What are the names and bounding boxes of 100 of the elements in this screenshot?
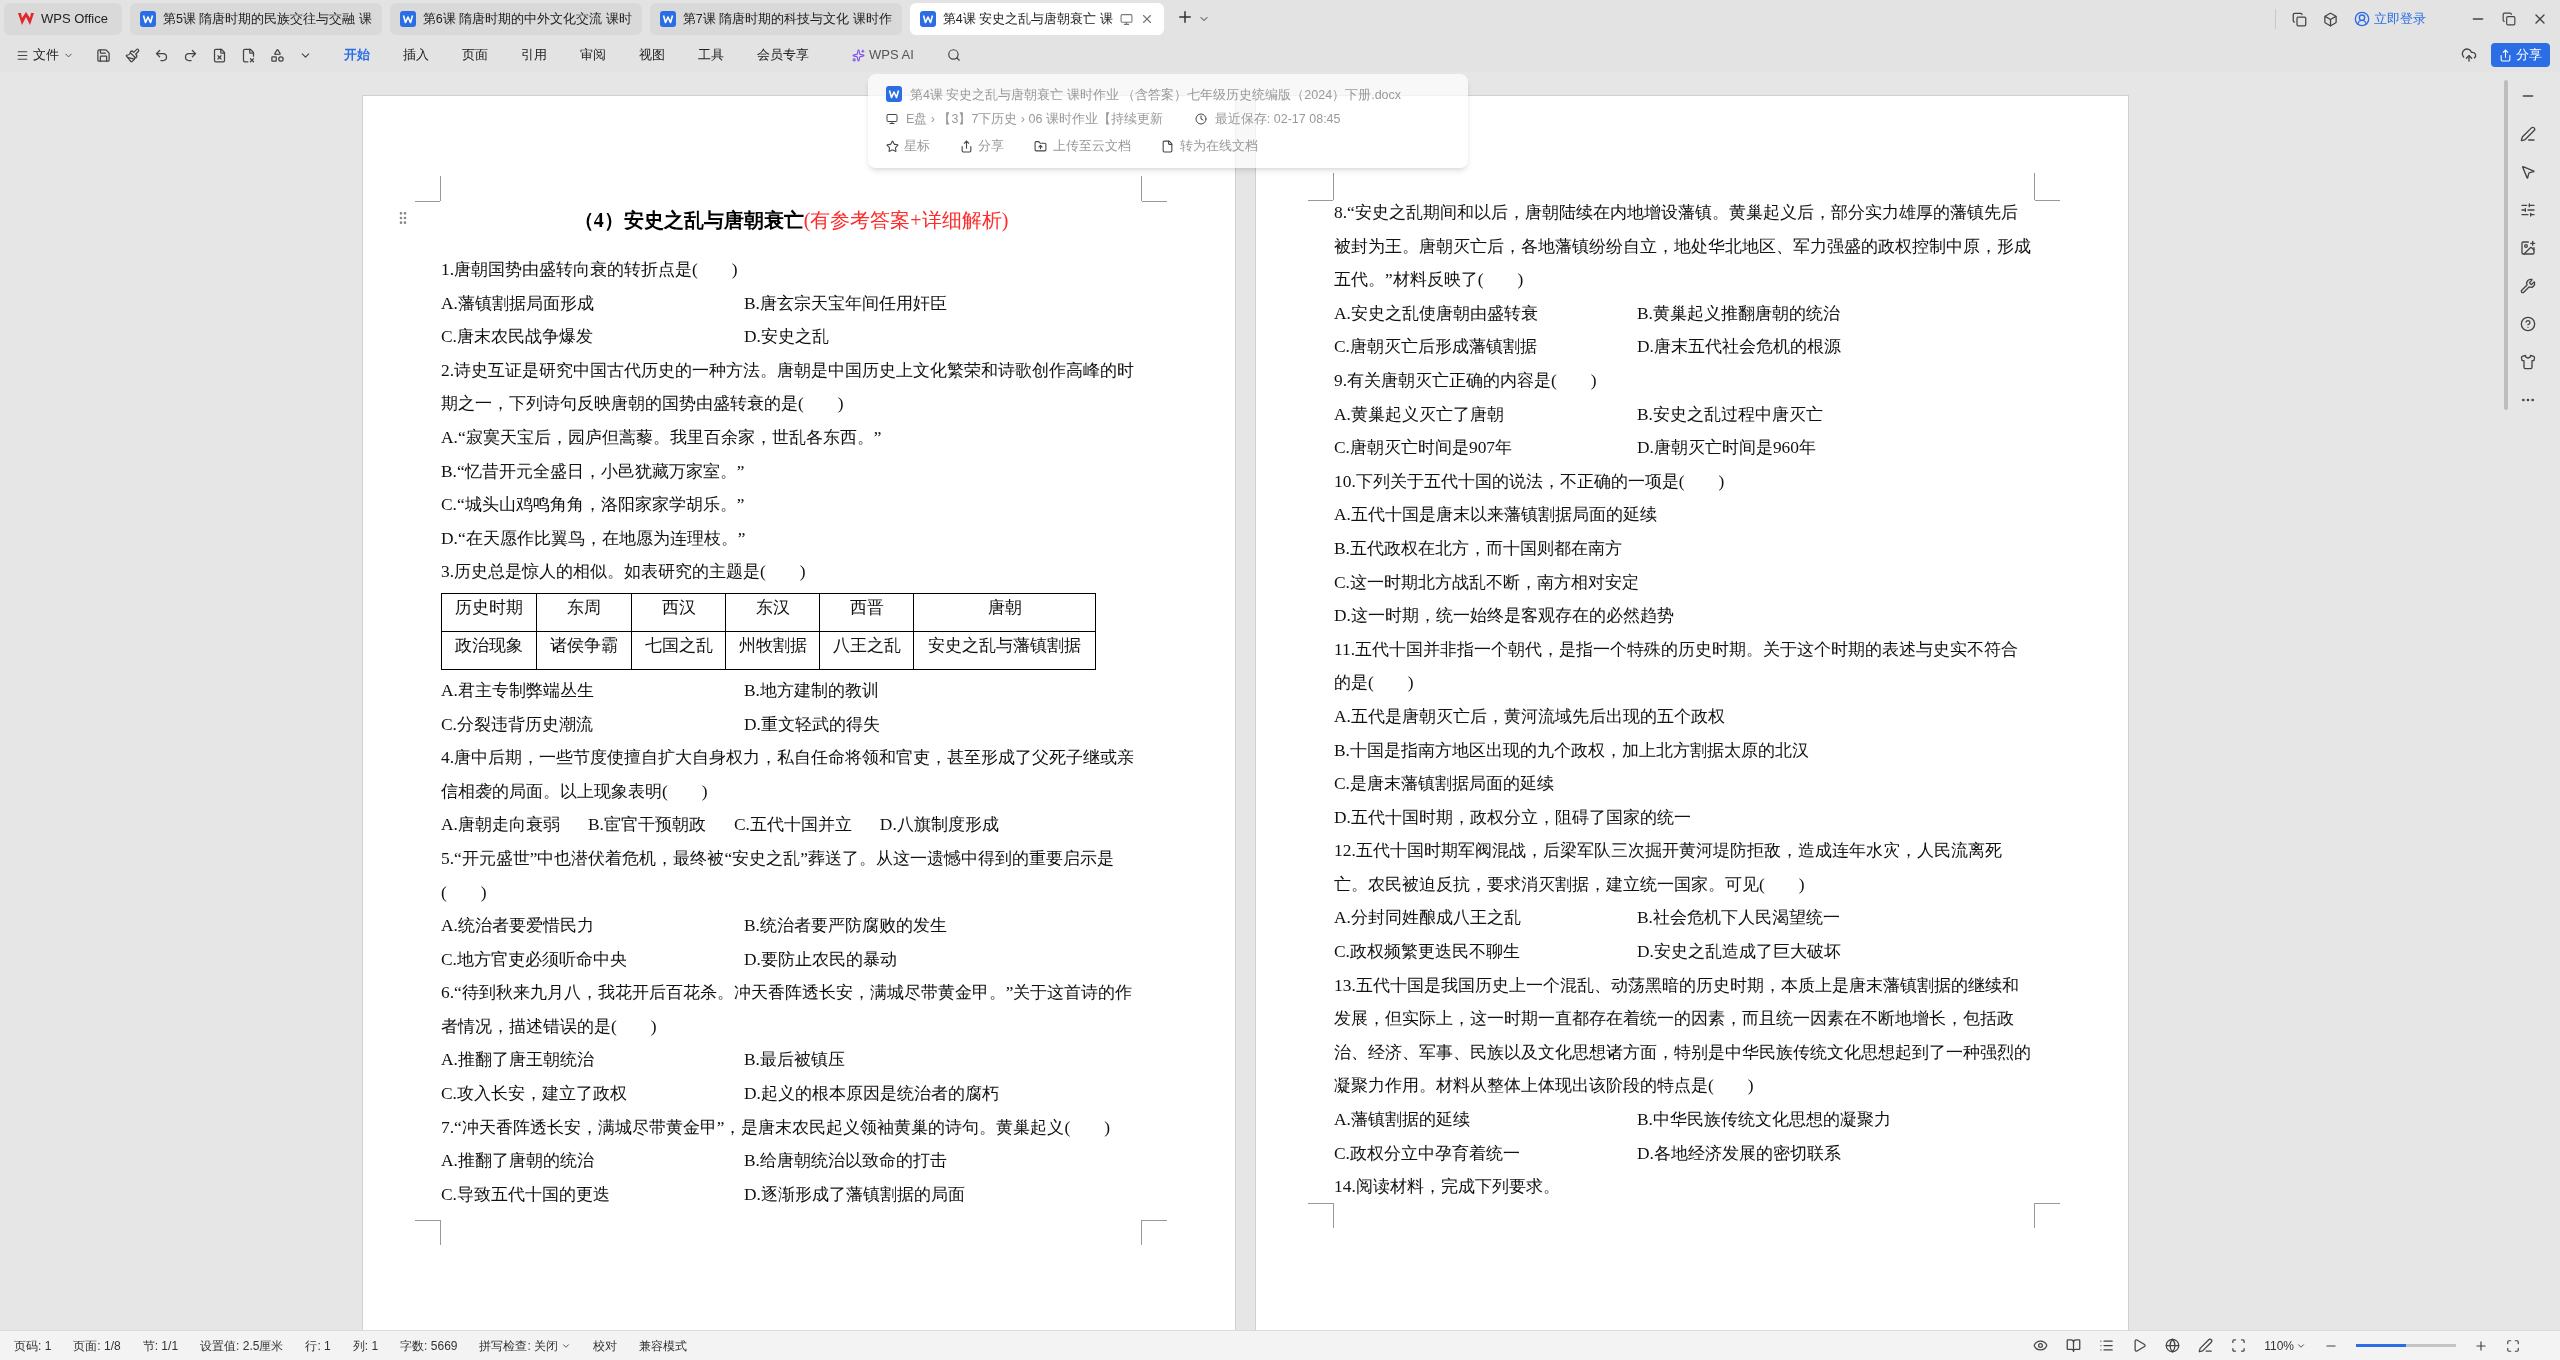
document-icon [659,11,676,27]
answer-option: C.是唐末藩镇割据局面的延续 [1334,767,1554,801]
zoom-in-icon[interactable] [2474,1338,2488,1353]
menu-icon[interactable] [16,48,29,62]
file-icon[interactable] [1161,139,1174,153]
logo-icon [18,12,34,26]
globe-icon[interactable] [2165,1338,2181,1353]
file-delete-icon[interactable] [212,47,227,63]
answer-option: C.“城头山鸡鸣角角，洛阳家家学胡乐。” [441,488,745,522]
question-text: 5.“开元盛世”中也潜伏着危机，最终被“安史之乱”葬送了。从这一遗憾中得到的重要启示是( ) [441,846,1115,904]
ribbon-tab[interactable]: 视图 [639,45,665,65]
image-icon[interactable] [2520,240,2536,256]
question-text: 1.唐朝国势由盛转向衰的转折点是( ) [441,258,739,281]
file-menu[interactable]: 文件 [33,45,59,65]
status-item[interactable]: 节: 1/1 [142,1336,179,1355]
question-text: 12.五代十国时期军阀混战，后梁军队三次掘开黄河堤防拒敌，造成连年水灾，人民流离死亡。农民被迫反抗，要求消灭割据，建立统一国家。可见( ) [1334,839,2003,896]
answer-option: B.安史之乱过程中唐灭亡 [1637,397,1940,432]
brush-icon[interactable] [125,47,140,63]
answer-option: A.安史之乱使唐朝由盛转衰 [1334,296,1637,331]
answer-option: A.推翻了唐王朝统治 [441,1043,744,1078]
save-icon[interactable] [96,47,111,63]
question-text: 14.阅读材料，完成下列要求。 [1334,1175,1561,1199]
save-time: 最近保存: 02-17 08:45 [1214,111,1341,128]
question-text: 10.下列关于五代十国的说法，不正确的一项是( ) [1334,469,1726,493]
table-cell: 西晋 [819,593,913,631]
shirt-icon[interactable] [2520,354,2536,370]
zoom-level[interactable]: 110% [2264,1336,2294,1355]
wrench-icon[interactable] [2520,278,2536,294]
table-cell: 唐朝 [913,593,1095,631]
help-icon[interactable] [2520,316,2536,332]
status-item[interactable]: 页码: 1 [14,1336,52,1355]
cursor-icon[interactable] [2520,164,2536,180]
answer-option: A.推翻了唐朝的统治 [441,1144,744,1178]
ribbon-tab[interactable]: 会员专享 [757,45,809,65]
document-tab[interactable]: 第5课 隋唐时期的民族交往与交融 课 [129,3,382,35]
zoom-slider[interactable] [2356,1344,2456,1347]
list-icon[interactable] [2099,1338,2115,1353]
status-item[interactable]: 列: 1 [352,1336,379,1355]
clock-icon [1194,113,1207,126]
answer-option: C.政权分立中孕育着统一 [1334,1136,1637,1171]
undo-icon[interactable] [154,47,169,63]
title-note: (有参考答案+详细解析) [803,208,1009,234]
document-tab[interactable]: 第7课 隋唐时期的科技与文化 课时作 [649,3,902,35]
answer-option: C.分裂违背历史潮流 [441,707,744,742]
answer-option: C.攻入长安，建立了政权 [441,1077,744,1111]
share-button[interactable]: 分享 [2491,43,2550,67]
eye-icon[interactable] [2033,1338,2049,1353]
status-item[interactable]: 兼容模式 [639,1336,688,1355]
scrollbar[interactable] [2504,80,2508,410]
shapes-icon[interactable] [270,47,285,63]
monitor-icon[interactable] [1119,12,1133,26]
sparkle-icon[interactable] [852,48,865,62]
answer-option: A.藩镇割据的延续 [1334,1103,1637,1137]
share-icon [2499,48,2512,62]
play-icon[interactable] [2132,1338,2148,1353]
ribbon-tab[interactable]: 开始 [344,45,370,65]
table-cell: 州牧割据 [725,631,819,669]
document-tab[interactable]: 第6课 隋唐时期的中外文化交流 课时 [389,3,642,35]
cube-icon[interactable] [2323,11,2338,27]
status-item[interactable]: 字数: 5669 [400,1336,458,1355]
table-cell: 八王之乱 [819,631,913,669]
file-delete-icon[interactable] [241,47,256,63]
ribbon-tab[interactable]: 插入 [403,45,429,65]
ribbon-tab[interactable]: 工具 [698,45,724,65]
question-text: 3.历史总是惊人的相似。如表研究的主题是( ) [441,560,807,584]
ribbon-tab[interactable]: 页面 [462,45,488,65]
ai-button[interactable]: WPS AI [869,45,914,65]
home-tab[interactable]: WPS Office [4,3,122,35]
login-link[interactable]: 立即登录 [2374,9,2426,29]
cloud-upload-icon[interactable] [2461,47,2477,63]
share-icon[interactable] [960,139,973,153]
answer-option: A.五代十国是唐末以来藩镇割据局面的延续 [1334,498,1657,532]
answer-option: D.要防止农民的暴动 [744,942,1047,977]
restore-icon[interactable] [2502,12,2516,26]
status-item[interactable]: 设置值: 2.5厘米 [200,1336,284,1355]
document-icon [886,86,902,102]
answer-option: A.统治者要爱惜民力 [441,909,744,943]
ribbon-tab[interactable]: 引用 [521,45,547,65]
sliders-icon[interactable] [2520,202,2536,218]
answer-option: B.“忆昔开元全盛日，小邑犹藏万家室。” [441,454,745,489]
answer-option: D.五代十国时期，政权分立，阻碍了国家的统一 [1334,800,1691,835]
fit-icon[interactable] [2231,1338,2247,1353]
ribbon-tab[interactable]: 审阅 [580,45,606,65]
avatar-icon[interactable] [2354,11,2370,27]
question-text: 13.五代十国是我国历史上一个混乱、动荡黑暗的历史时期，本质上是唐末藩镇割据的继续和发展，但实际上，这一时期一直都存在着统一的因素，而且统一因素在不断地增长，包括政治、经济、军事、民族以及文化思想诸方面，特别是中华民族传统文化思想起到了一种强烈的凝聚力作用。材料从整体上体现出该阶段的特点是( ) [1334,973,2032,1098]
document-tab[interactable]: 第4课 安史之乱与唐朝衰亡 课 [909,3,1164,35]
folder-upload-icon[interactable] [1034,139,1047,153]
status-item[interactable]: 校对 [593,1336,618,1355]
fullscreen-icon[interactable] [2506,1338,2520,1353]
status-item[interactable]: 行: 1 [305,1336,331,1355]
redo-icon[interactable] [183,47,198,63]
pen-icon[interactable] [2520,126,2536,142]
status-item[interactable]: 页面: 1/8 [73,1336,121,1355]
pen-icon[interactable] [2198,1338,2214,1353]
windows-icon[interactable] [2292,11,2307,27]
status-item[interactable]: 拼写检查: 关闭 [479,1336,559,1355]
search-icon[interactable] [946,48,961,62]
answer-option: B.社会危机下人民渴望统一 [1637,901,1940,936]
page-view-icon[interactable] [2066,1338,2082,1353]
star-icon[interactable] [886,139,899,153]
